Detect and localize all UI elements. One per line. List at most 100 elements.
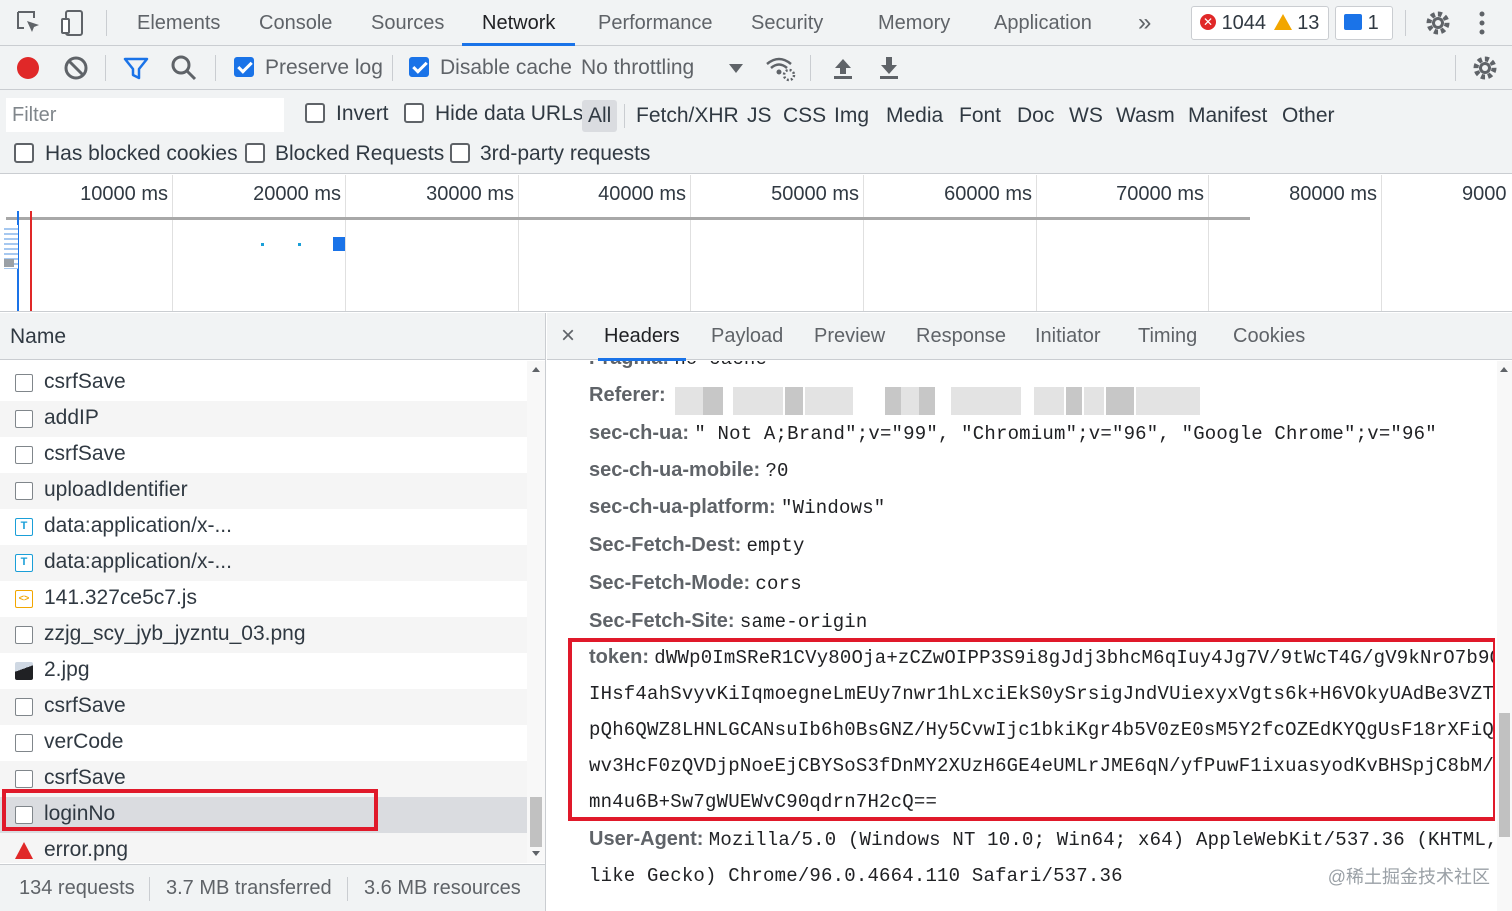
toolbar-divider	[215, 55, 216, 81]
filter-icon[interactable]	[121, 53, 151, 83]
tab-headers[interactable]: Headers	[598, 313, 686, 361]
import-har-icon[interactable]	[828, 53, 858, 83]
network-conditions-icon[interactable]	[764, 53, 796, 83]
type-filter-manifest[interactable]: Manifest	[1182, 100, 1273, 132]
throttling-dropdown-icon[interactable]	[729, 64, 743, 73]
request-name: 2.jpg	[44, 658, 90, 681]
warning-icon	[1273, 13, 1292, 30]
overview-gridline	[690, 175, 691, 311]
overview-gridline	[1381, 175, 1382, 311]
request-row[interactable]: zzjg_scy_jyb_jyzntu_03.png	[0, 617, 527, 653]
tab-performance[interactable]: Performance	[578, 0, 733, 46]
request-name: data:application/x-...	[44, 550, 232, 573]
tab-initiator[interactable]: Initiator	[1035, 313, 1101, 360]
type-filter-media[interactable]: Media	[880, 100, 949, 132]
tab-network[interactable]: Network	[462, 0, 576, 46]
close-icon[interactable]: ×	[561, 313, 575, 360]
search-icon[interactable]	[169, 53, 199, 83]
has-blocked-cookies-label[interactable]: Has blocked cookies	[45, 142, 238, 166]
type-filter-font[interactable]: Font	[953, 100, 1007, 132]
request-name: csrfSave	[44, 442, 126, 465]
header-sec-ch-ua: sec-ch-ua: " Not A;Brand";v="99", "Chrom…	[589, 422, 1437, 445]
tab-console[interactable]: Console	[239, 0, 352, 46]
type-filter-wasm[interactable]: Wasm	[1110, 100, 1181, 132]
tab-application[interactable]: Application	[974, 0, 1112, 46]
request-name: addIP	[44, 406, 99, 429]
request-row[interactable]: Tdata:application/x-...	[0, 509, 527, 545]
disable-cache-checkbox[interactable]	[409, 57, 429, 77]
tab-memory[interactable]: Memory	[858, 0, 970, 46]
request-row[interactable]: <> 141.327ce5c7.js	[0, 581, 527, 617]
scroll-up-icon[interactable]	[1500, 367, 1508, 372]
transferred-size: 3.7 MB transferred	[166, 877, 332, 899]
request-row[interactable]: Tdata:application/x-...	[0, 545, 527, 581]
request-row[interactable]: verCode	[0, 725, 527, 761]
type-filter-img[interactable]: Img	[828, 100, 875, 132]
type-filter-other[interactable]: Other	[1276, 100, 1341, 132]
request-row[interactable]: 2.jpg	[0, 653, 527, 689]
issues-counter[interactable]: ✕ 1044 13	[1191, 6, 1329, 40]
more-tabs-button[interactable]: »	[1118, 0, 1171, 46]
tab-cookies[interactable]: Cookies	[1233, 313, 1305, 360]
settings-icon[interactable]	[1423, 8, 1453, 38]
request-row[interactable]: csrfSave	[0, 437, 527, 473]
preserve-log-label[interactable]: Preserve log	[265, 56, 383, 80]
tab-sources[interactable]: Sources	[351, 0, 464, 46]
scroll-thumb[interactable]	[530, 797, 542, 847]
device-toolbar-icon[interactable]	[58, 8, 88, 38]
tab-preview[interactable]: Preview	[814, 313, 885, 360]
request-row[interactable]: csrfSave	[0, 365, 527, 401]
name-column-header[interactable]: Name	[0, 313, 545, 360]
status-divider	[149, 877, 150, 901]
type-filter-fetch-xhr[interactable]: Fetch/XHR	[630, 100, 745, 132]
scroll-up-icon[interactable]	[532, 367, 540, 372]
request-list-scrollbar[interactable]	[527, 361, 545, 863]
toolbar-divider	[105, 55, 106, 81]
scroll-down-icon[interactable]	[532, 851, 540, 856]
type-filter-js[interactable]: JS	[741, 100, 778, 132]
hide-data-urls-checkbox[interactable]	[404, 103, 424, 123]
overview-request-bar	[261, 243, 264, 246]
timeline-overview[interactable]: 10000 ms 20000 ms 30000 ms 40000 ms 5000…	[0, 175, 1512, 312]
type-filter-css[interactable]: CSS	[777, 100, 832, 132]
filter-input[interactable]	[6, 98, 284, 132]
overview-gridline	[1208, 175, 1209, 311]
tab-response[interactable]: Response	[916, 313, 1006, 360]
throttling-select[interactable]: No throttling	[581, 56, 694, 80]
kebab-menu-icon[interactable]	[1472, 8, 1492, 38]
type-filter-all[interactable]: All	[582, 100, 618, 132]
messages-counter[interactable]: 1	[1335, 6, 1393, 40]
tab-payload[interactable]: Payload	[711, 313, 783, 360]
request-row[interactable]: error.png	[0, 833, 527, 863]
preserve-log-checkbox[interactable]	[234, 57, 254, 77]
third-party-label[interactable]: 3rd-party requests	[480, 142, 650, 166]
invert-label[interactable]: Invert	[336, 102, 389, 126]
tab-elements[interactable]: Elements	[117, 0, 240, 46]
clear-icon[interactable]	[61, 53, 91, 83]
type-filter-ws[interactable]: WS	[1063, 100, 1109, 132]
blocked-requests-checkbox[interactable]	[245, 143, 265, 163]
has-blocked-cookies-checkbox[interactable]	[14, 143, 34, 163]
watermark: @稀土掘金技术社区	[1327, 867, 1490, 887]
disable-cache-label[interactable]: Disable cache	[440, 56, 572, 80]
request-row[interactable]: addIP	[0, 401, 527, 437]
detail-scrollbar[interactable]	[1497, 361, 1512, 911]
blocked-requests-label[interactable]: Blocked Requests	[275, 142, 444, 166]
record-icon[interactable]	[13, 53, 43, 83]
export-har-icon[interactable]	[874, 53, 904, 83]
document-icon	[15, 482, 33, 500]
inspect-element-icon[interactable]	[14, 8, 44, 38]
third-party-checkbox[interactable]	[450, 143, 470, 163]
hide-data-urls-label[interactable]: Hide data URLs	[435, 102, 583, 126]
type-filter-doc[interactable]: Doc	[1011, 100, 1060, 132]
request-row[interactable]: csrfSave	[0, 689, 527, 725]
request-row[interactable]: uploadIdentifier	[0, 473, 527, 509]
network-settings-icon[interactable]	[1470, 53, 1500, 83]
scroll-thumb[interactable]	[1499, 713, 1510, 837]
selected-request-highlight	[2, 789, 378, 831]
tab-security[interactable]: Security	[731, 0, 843, 46]
document-icon	[15, 410, 33, 428]
invert-checkbox[interactable]	[305, 103, 325, 123]
tab-timing[interactable]: Timing	[1138, 313, 1197, 360]
overview-request-bar	[298, 243, 301, 246]
